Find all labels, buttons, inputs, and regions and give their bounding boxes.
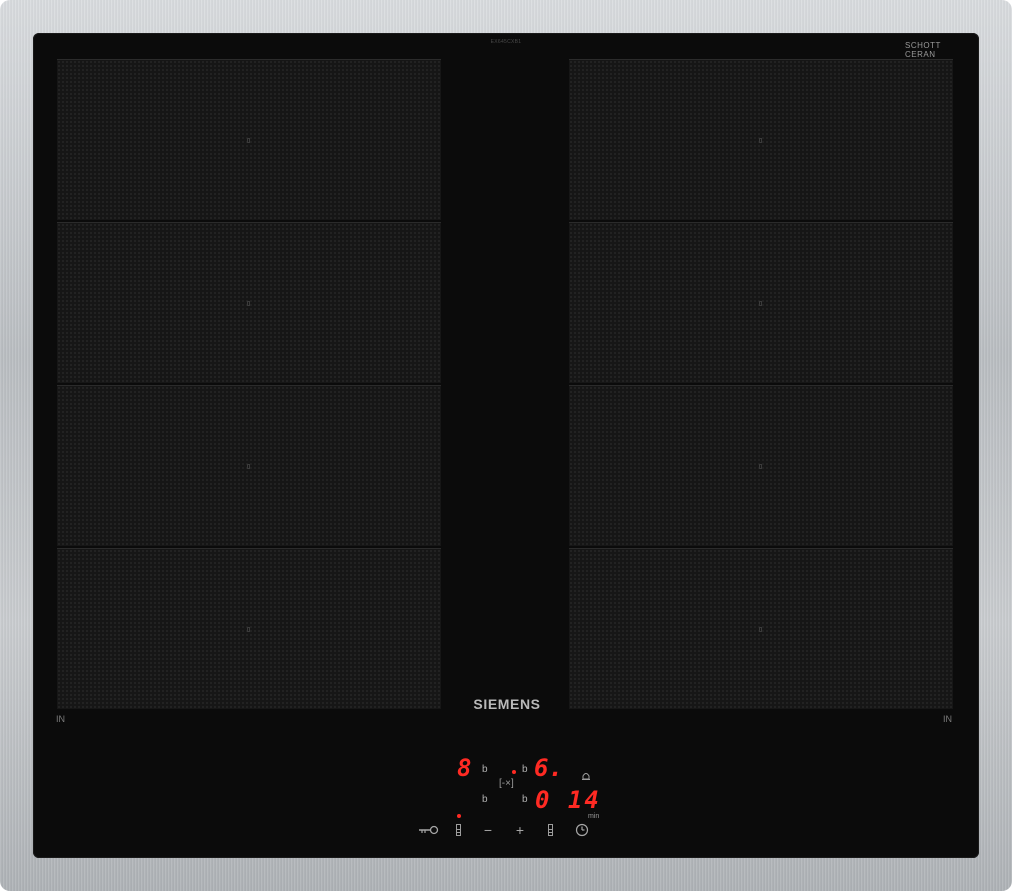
right-flex-zone — [569, 59, 953, 709]
right-lower-indicator: b — [522, 794, 528, 805]
brand-logo: SIEMENS — [473, 696, 541, 712]
bell-icon — [582, 773, 590, 780]
zone-cell — [569, 385, 953, 546]
glass-badge-line2: CERAN — [905, 50, 936, 59]
glass-badge-line1: SCHOTT — [905, 41, 941, 50]
flex-zone-link-icon: [-×] — [499, 778, 514, 789]
left-flex-zone — [57, 59, 441, 709]
left-power-level: 8 — [457, 754, 472, 782]
left-zone-select-indicator — [457, 814, 461, 818]
zone-cell — [569, 222, 953, 383]
timer-display: 0 14 — [535, 786, 601, 814]
zone-center-mark — [247, 301, 250, 306]
zone-center-mark — [759, 301, 762, 306]
zone-cell — [569, 59, 953, 220]
active-zone-dot — [512, 770, 516, 774]
zone-cell — [57, 59, 441, 220]
key-lock-icon[interactable] — [418, 825, 440, 835]
zone-center-mark — [759, 627, 762, 632]
left-zone-indicator: b — [482, 764, 488, 775]
zone-select-left-icon[interactable] — [456, 824, 461, 836]
timer-unit: min — [588, 813, 600, 820]
zone-center-mark — [247, 138, 250, 143]
zone-cell — [57, 548, 441, 709]
induction-label-left: IN — [56, 714, 65, 724]
zone-cell — [569, 548, 953, 709]
right-zone-indicator: b — [522, 764, 528, 775]
clock-icon[interactable] — [575, 823, 589, 837]
zone-select-right-icon[interactable] — [548, 824, 553, 836]
plus-button[interactable]: + — [513, 822, 527, 838]
minus-button[interactable]: − — [481, 822, 495, 838]
zone-center-mark — [759, 138, 762, 143]
left-lower-indicator: b — [482, 794, 488, 805]
induction-label-right: IN — [943, 714, 952, 724]
zone-cell — [57, 385, 441, 546]
zone-center-mark — [759, 464, 762, 469]
right-power-level: 6. — [534, 754, 563, 782]
zone-center-mark — [247, 464, 250, 469]
zone-cell — [57, 222, 441, 383]
glass-badge: SCHOTT CERAN — [905, 41, 955, 59]
ceramic-glass-cooktop: EX645CXB1 SCHOTT CERAN SIEMENS IN IN 8 b… — [33, 33, 979, 858]
model-code: EX645CXB1 — [490, 39, 522, 45]
zone-center-mark — [247, 627, 250, 632]
